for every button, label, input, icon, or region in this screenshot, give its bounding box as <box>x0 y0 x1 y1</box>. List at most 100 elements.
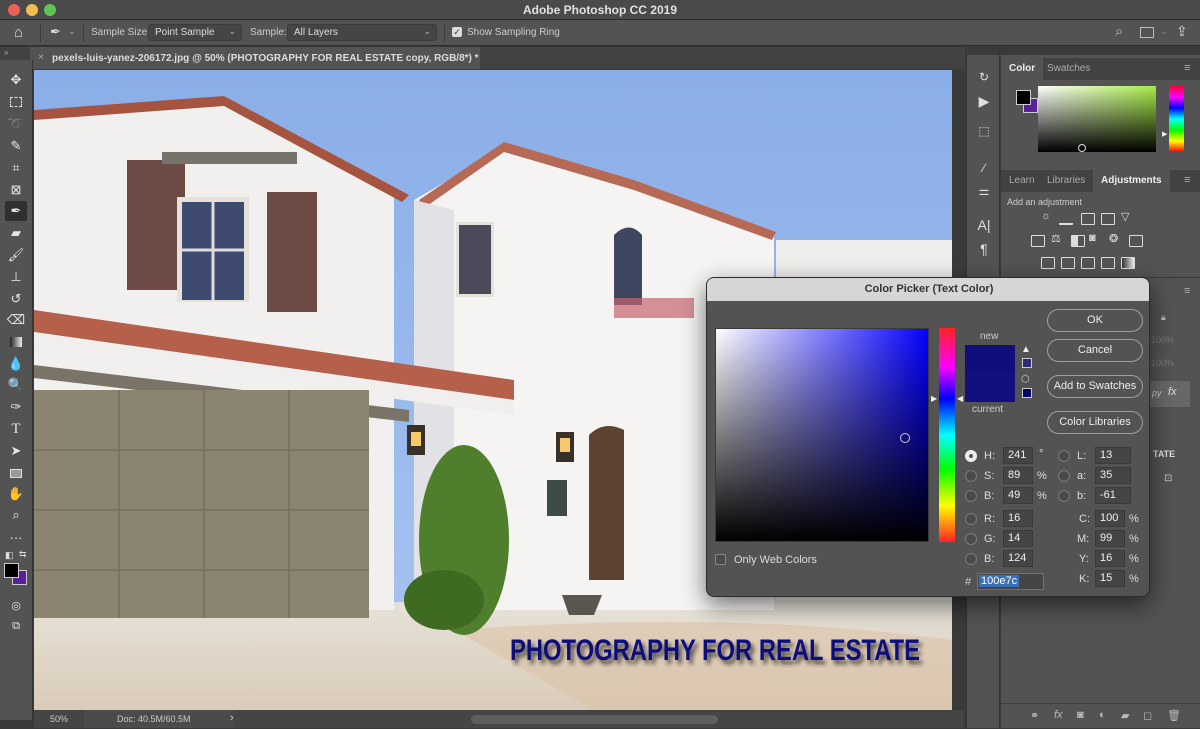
tab-learn[interactable]: Learn <box>1001 170 1043 192</box>
channel-mixer-icon[interactable]: ❂ <box>1109 232 1118 245</box>
saturation-brightness-field[interactable] <box>715 328 929 542</box>
panel-menu-icon[interactable]: ≡ <box>1184 174 1190 186</box>
type-tool-icon[interactable]: T <box>5 419 27 439</box>
path-select-tool-icon[interactable]: ➤ <box>5 441 27 461</box>
properties-icon[interactable]: ⚌ <box>974 181 994 201</box>
gradient-tool-icon[interactable] <box>5 332 27 352</box>
fill-field[interactable]: 100% <box>1151 358 1174 368</box>
history-panel-icon[interactable]: ↻ <box>974 67 994 87</box>
lab-a-field[interactable]: 35 <box>1095 467 1131 484</box>
current-color-swatch[interactable] <box>965 373 1015 402</box>
zoom-tool-icon[interactable]: ⌕ <box>5 505 27 525</box>
actions-panel-icon[interactable]: ▶ <box>974 91 994 111</box>
expand-panel-icon[interactable]: » <box>4 48 8 57</box>
lab-b-radio[interactable] <box>1058 490 1070 502</box>
red-radio[interactable] <box>965 513 977 525</box>
eyedropper-tool-icon[interactable]: ✒ <box>5 201 27 221</box>
marquee-tool-icon[interactable] <box>5 92 27 112</box>
share-icon[interactable]: ⇪ <box>1176 23 1188 40</box>
show-sampling-ring-checkbox[interactable]: ✓ <box>452 27 462 37</box>
hand-tool-icon[interactable]: ✋ <box>5 484 27 504</box>
add-to-swatches-button[interactable]: Add to Swatches <box>1047 375 1143 398</box>
green-field[interactable]: 14 <box>1003 530 1033 547</box>
hue-slider[interactable] <box>1169 86 1184 152</box>
sample-select[interactable]: All Layers ⌄ <box>287 24 437 41</box>
only-web-colors-checkbox[interactable] <box>715 554 726 565</box>
paragraph-panel-icon[interactable]: ¶ <box>974 239 994 259</box>
add-style-icon[interactable]: fx <box>1054 709 1063 721</box>
posterize-icon[interactable] <box>1061 257 1075 269</box>
horizontal-scrollbar[interactable] <box>471 715 718 724</box>
new-layer-icon[interactable]: ◻ <box>1143 709 1152 722</box>
sample-size-select[interactable]: Point Sample ⌄ <box>148 24 242 41</box>
exposure-icon[interactable] <box>1101 213 1115 225</box>
hue-field[interactable]: 241 <box>1003 447 1033 464</box>
status-menu-arrow[interactable]: › <box>230 712 234 724</box>
saturation-field[interactable]: 89 <box>1003 467 1033 484</box>
healing-brush-tool-icon[interactable]: ▰ <box>5 223 27 243</box>
green-radio[interactable] <box>965 533 977 545</box>
vibrance-icon[interactable]: ▽ <box>1121 210 1129 223</box>
add-mask-icon[interactable]: ◙ <box>1077 709 1084 721</box>
home-icon[interactable]: ⌂ <box>14 24 23 41</box>
opacity-field[interactable]: 100% <box>1151 335 1174 345</box>
lab-a-radio[interactable] <box>1058 470 1070 482</box>
link-layers-icon[interactable]: ⚭ <box>1030 709 1039 722</box>
pen-tool-icon[interactable]: ✑ <box>5 397 27 417</box>
gamut-color-swatch[interactable] <box>1022 358 1032 368</box>
color-balance-icon[interactable]: ⚖ <box>1051 232 1061 245</box>
character-panel-icon[interactable]: A| <box>974 215 994 235</box>
3d-panel-icon[interactable]: ⬚ <box>974 121 994 141</box>
photo-filter-icon[interactable]: ◙ <box>1089 232 1096 244</box>
blue-field[interactable]: 124 <box>1003 550 1033 567</box>
chevron-down-icon[interactable]: ⌄ <box>1160 26 1168 37</box>
brightness-field[interactable]: 49 <box>1003 487 1033 504</box>
yellow-field[interactable]: 16 <box>1095 550 1125 567</box>
search-icon[interactable]: ⌕ <box>1115 23 1123 40</box>
dodge-tool-icon[interactable]: 🔍 <box>5 375 27 395</box>
brightness-radio[interactable] <box>965 490 977 502</box>
screen-mode-icon[interactable]: ⧉ <box>5 616 27 636</box>
foreground-color-swatch[interactable] <box>4 563 19 578</box>
close-tab-icon[interactable]: × <box>38 52 44 63</box>
threshold-icon[interactable] <box>1081 257 1095 269</box>
fx-icon[interactable]: fx <box>1168 386 1177 398</box>
hue-slider-handle[interactable]: ▶ <box>1162 130 1167 138</box>
blue-radio[interactable] <box>965 553 977 565</box>
color-panel-foreground-swatch[interactable] <box>1016 90 1031 105</box>
canvas-overlay-text[interactable]: PHOTOGRAPHY FOR REAL ESTATE <box>510 634 920 667</box>
frame-tool-icon[interactable]: ⊠ <box>5 180 27 200</box>
selective-color-icon[interactable] <box>1101 257 1115 269</box>
chevron-down-icon[interactable]: ⌄ <box>68 26 76 37</box>
rectangle-tool-icon[interactable] <box>5 463 27 483</box>
quick-select-tool-icon[interactable]: ✎ <box>5 136 27 156</box>
hue-slider-left-handle[interactable]: ▶ <box>931 394 937 403</box>
invert-icon[interactable] <box>1041 257 1055 269</box>
zoom-level[interactable]: 50% <box>50 714 68 724</box>
hue-strip[interactable] <box>939 328 955 542</box>
saturation-radio[interactable] <box>965 470 977 482</box>
color-libraries-button[interactable]: Color Libraries <box>1047 411 1143 434</box>
out-of-gamut-warning-icon[interactable]: ▲ <box>1021 344 1031 355</box>
crop-tool-icon[interactable]: ⌗ <box>5 158 27 178</box>
more-tools-icon[interactable]: ··· <box>5 527 27 547</box>
brush-tool-icon[interactable]: 🖌 <box>5 245 27 265</box>
document-tab[interactable]: × pexels-luis-yanez-206172.jpg @ 50% (PH… <box>30 47 480 69</box>
black-field[interactable]: 15 <box>1095 570 1125 587</box>
brush-settings-icon[interactable]: ⁄ <box>974 158 994 178</box>
ok-button[interactable]: OK <box>1047 309 1143 332</box>
color-field[interactable] <box>1038 86 1156 152</box>
levels-icon[interactable] <box>1059 213 1073 225</box>
lasso-tool-icon[interactable]: ➰ <box>5 114 27 134</box>
clone-stamp-tool-icon[interactable]: ⊥ <box>5 267 27 287</box>
hue-saturation-icon[interactable] <box>1031 235 1045 247</box>
tab-libraries[interactable]: Libraries <box>1039 170 1093 192</box>
tab-adjustments[interactable]: Adjustments <box>1093 170 1170 192</box>
swap-colors-icon[interactable]: ⇆ <box>19 549 27 560</box>
eyedropper-preset-icon[interactable]: ✒ <box>50 24 61 40</box>
quick-mask-icon[interactable]: ◎ <box>5 595 27 615</box>
magenta-field[interactable]: 99 <box>1095 530 1125 547</box>
lightness-radio[interactable] <box>1058 450 1070 462</box>
cyan-field[interactable]: 100 <box>1095 510 1125 527</box>
default-colors-icon[interactable]: ◧ <box>5 550 14 561</box>
